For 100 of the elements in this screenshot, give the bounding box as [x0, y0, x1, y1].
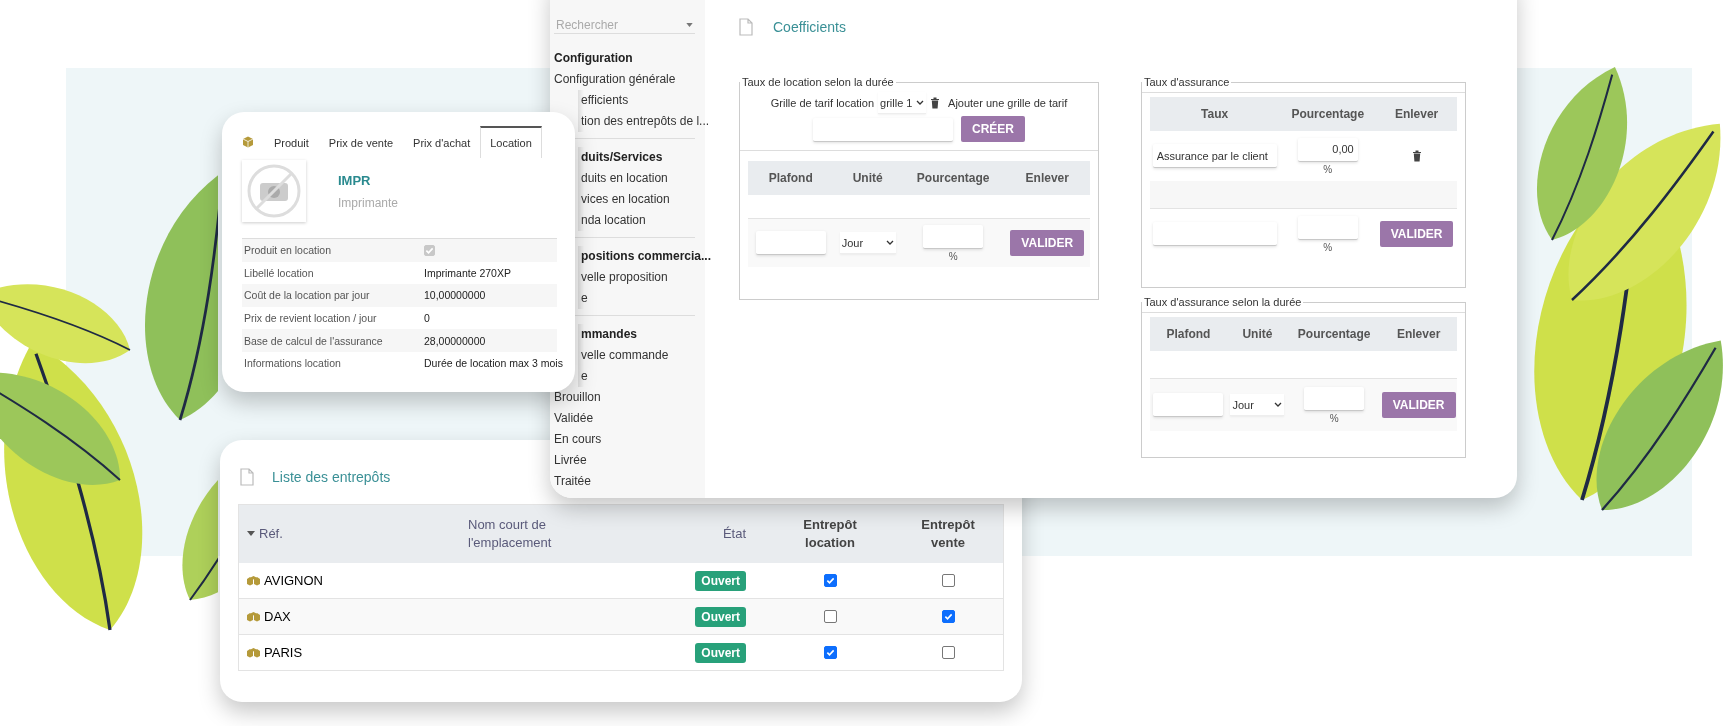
table-cell: PARIS — [264, 645, 303, 660]
sidebar-heading: Configuration — [554, 50, 633, 67]
chevron-icon — [916, 99, 925, 106]
document-icon — [739, 18, 753, 36]
create-button[interactable]: CRÉER — [961, 116, 1025, 142]
column-header: Unité — [851, 171, 884, 185]
field-value: 0 — [424, 312, 431, 325]
column-header[interactable]: Réf. — [259, 525, 283, 543]
caret-icon — [686, 23, 693, 28]
field-label: Informations location — [244, 357, 342, 370]
chevron-icon — [1274, 401, 1283, 408]
validate-button[interactable]: VALIDER — [1381, 392, 1456, 418]
column-header: Pourcentage — [1296, 327, 1372, 341]
link[interactable]: Ajouter une grille de tarif — [948, 97, 1068, 109]
field-label: Libellé location — [244, 266, 315, 279]
column-header: Enlever — [1024, 171, 1070, 185]
box-icon — [242, 136, 254, 148]
sidebar-item[interactable]: tion des entrepôts de l... — [578, 111, 710, 132]
status-badge: Ouvert — [695, 570, 746, 591]
sidebar-item[interactable]: En cours — [554, 429, 602, 450]
field-label: Grille de tarif location — [770, 97, 875, 109]
field-label: Prix de revient location / jour — [244, 312, 378, 325]
input-field[interactable] — [813, 118, 953, 142]
sidebar-item[interactable]: velle commande — [578, 345, 669, 366]
no-image-icon — [242, 160, 306, 222]
field-label: Base de calcul de l'assurance — [244, 334, 384, 347]
column-header: Taux — [1200, 107, 1230, 121]
column-header: Entrepôt location — [802, 516, 858, 552]
percent-sign: % — [1329, 412, 1339, 424]
column-header: Entrepôt vente — [920, 516, 976, 552]
column-header: Enlever — [1395, 327, 1442, 341]
input-field[interactable] — [923, 224, 984, 249]
sidebar-item[interactable]: e — [578, 288, 588, 309]
percent-sign: % — [1323, 241, 1333, 253]
input-field[interactable] — [1152, 222, 1277, 246]
caret-icon — [247, 531, 255, 537]
field-label: Produit en location — [244, 244, 332, 257]
checkbox[interactable] — [941, 610, 955, 623]
sidebar-item[interactable]: duits en location — [578, 168, 668, 189]
chevron-icon — [885, 239, 894, 246]
status-badge: Ouvert — [695, 606, 746, 627]
field-value: 10,00000000 — [424, 289, 487, 302]
table-cell: AVIGNON — [264, 573, 323, 588]
sidebar-item[interactable]: Livrée — [554, 450, 587, 471]
checkbox[interactable] — [823, 610, 837, 623]
input-field[interactable] — [1304, 386, 1365, 411]
column-header: Unité — [1241, 327, 1274, 341]
grid-select[interactable]: grille 1 — [878, 92, 927, 114]
percent-sign: % — [948, 250, 958, 262]
group-title: Taux d'assurance — [1143, 76, 1231, 88]
column-header: Plafond — [767, 171, 814, 185]
checkbox[interactable] — [823, 574, 837, 587]
card-title: Liste des entrepôts — [272, 469, 391, 485]
sidebar-item[interactable]: Traitée — [554, 471, 591, 492]
field-value: Durée de location max 3 mois — [424, 357, 563, 370]
column-header: Pourcentage — [1290, 107, 1366, 121]
boxes-icon — [247, 647, 260, 658]
input-field[interactable] — [1153, 393, 1224, 417]
checkbox[interactable] — [823, 646, 837, 659]
column-header: État — [722, 525, 746, 543]
unit-select[interactable]: Jour — [839, 232, 896, 254]
group-title: Taux d'assurance selon la durée — [1143, 296, 1303, 308]
checkbox[interactable] — [941, 574, 955, 587]
status-badge: Ouvert — [695, 642, 746, 663]
sidebar-heading: duits/Services — [578, 147, 663, 168]
trash-icon[interactable] — [930, 97, 941, 109]
boxes-icon — [247, 611, 260, 622]
input-field[interactable] — [755, 231, 826, 255]
checkbox[interactable] — [424, 244, 435, 256]
input-field[interactable] — [1297, 215, 1358, 240]
validate-button[interactable]: VALIDER — [1379, 221, 1454, 247]
page-title: Coefficients — [773, 19, 846, 35]
column-header: Nom court de l'emplacement — [468, 516, 553, 552]
validate-button[interactable]: VALIDER — [1010, 230, 1085, 256]
sidebar-heading: positions commercia... — [578, 246, 712, 267]
product-code: IMPR — [338, 172, 372, 188]
percent-sign: % — [1323, 163, 1333, 175]
sidebar-item[interactable]: Brouillon — [554, 387, 601, 408]
boxes-icon — [247, 575, 260, 586]
sidebar-item[interactable]: Validée — [554, 408, 594, 429]
group-title: Taux de location selon la durée — [741, 76, 895, 88]
sidebar-item[interactable]: velle proposition — [578, 267, 668, 288]
sidebar-item[interactable]: nda location — [578, 210, 646, 231]
sidebar-item[interactable]: vices en location — [578, 189, 670, 210]
field-value: 28,00000000 — [424, 334, 487, 347]
input-field[interactable]: Assurance par le client — [1152, 144, 1277, 168]
unit-select[interactable]: Jour — [1230, 394, 1285, 416]
table-cell: DAX — [264, 609, 291, 624]
input-field[interactable]: 0,00 — [1297, 137, 1358, 162]
trash-icon[interactable] — [1411, 150, 1422, 162]
column-header: Enlever — [1393, 107, 1440, 121]
field-value: Imprimante 270XP — [424, 266, 512, 279]
product-name: Imprimante — [338, 195, 399, 210]
sidebar-item[interactable]: e — [578, 366, 588, 387]
field-label: Coût de la location par jour — [244, 289, 371, 302]
tab[interactable]: Location — [480, 126, 542, 158]
sidebar-item[interactable]: Configuration générale — [554, 69, 676, 90]
column-header: Pourcentage — [915, 171, 991, 185]
sidebar-item[interactable]: efficients — [578, 90, 629, 111]
checkbox[interactable] — [941, 646, 955, 659]
